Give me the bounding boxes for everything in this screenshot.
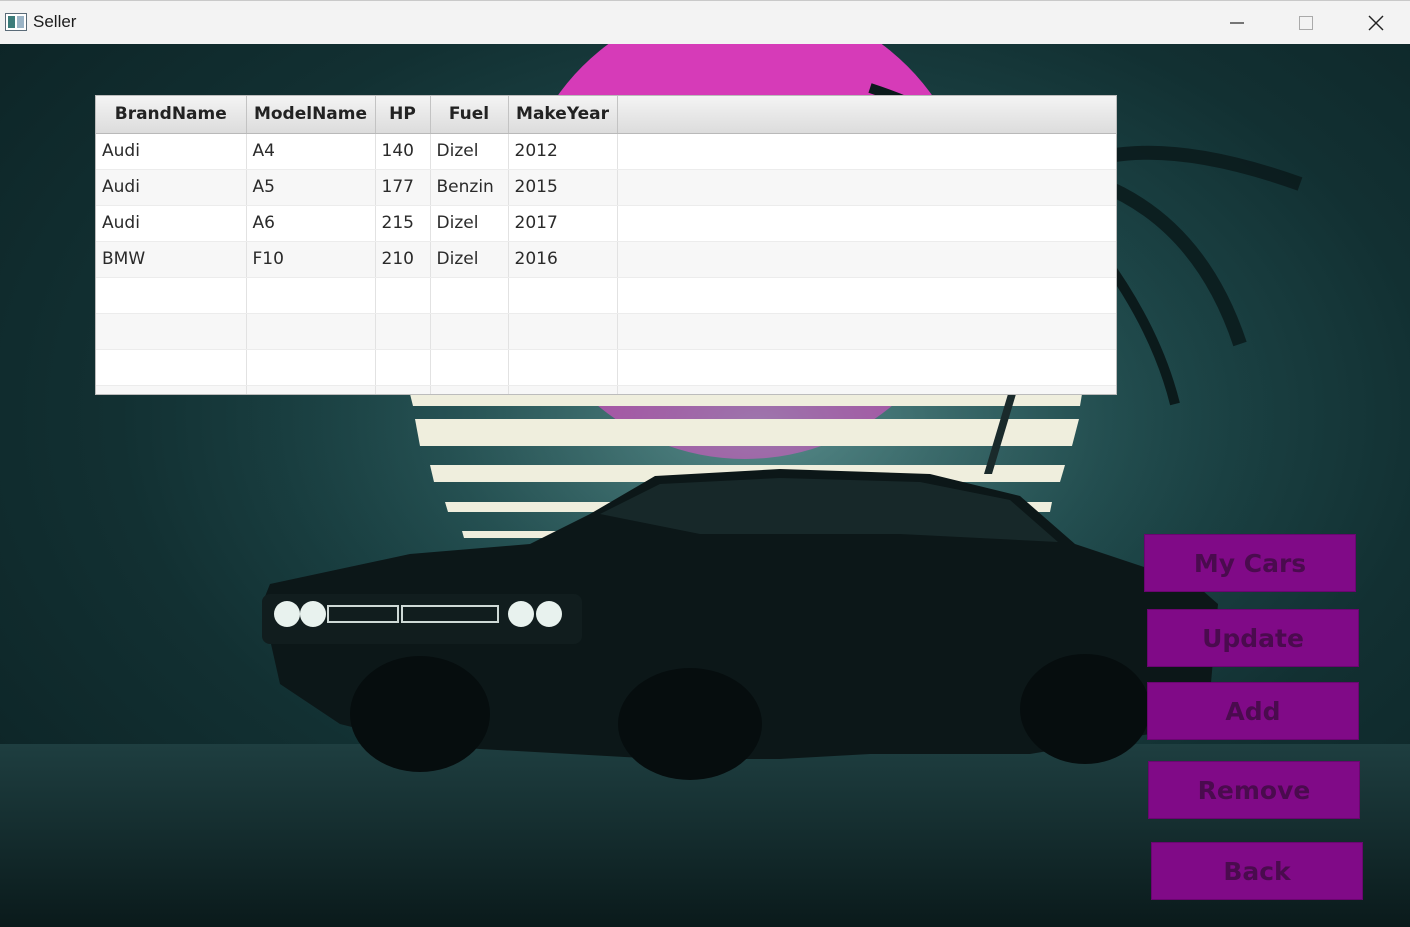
back-button[interactable]: Back — [1151, 842, 1363, 900]
cell-brandname: Audi — [96, 205, 247, 242]
table-row[interactable]: Audi A5 177 Benzin 2015 — [96, 169, 1116, 206]
column-header-brandname[interactable]: BrandName — [96, 96, 247, 134]
cell-fuel: Benzin — [430, 169, 509, 206]
close-button[interactable] — [1342, 1, 1410, 45]
cell-modelname: A4 — [246, 133, 376, 170]
table-row-empty — [96, 349, 1116, 386]
cell-makeyear: 2016 — [508, 241, 618, 278]
cell-modelname: A6 — [246, 205, 376, 242]
cell-fuel: Dizel — [430, 205, 509, 242]
column-header-makeyear[interactable]: MakeYear — [508, 96, 618, 134]
column-header-modelname[interactable]: ModelName — [246, 96, 376, 134]
window-title: Seller — [33, 12, 77, 31]
maximize-icon — [1299, 16, 1313, 30]
cell-modelname: F10 — [246, 241, 376, 278]
cell-fuel: Dizel — [430, 133, 509, 170]
window-titlebar: Seller — [0, 0, 1410, 44]
cell-modelname: A5 — [246, 169, 376, 206]
maximize-button[interactable] — [1272, 1, 1340, 45]
table-row[interactable]: Audi A6 215 Dizel 2017 — [96, 205, 1116, 242]
table-row[interactable]: BMW F10 210 Dizel 2016 — [96, 241, 1116, 278]
cell-makeyear: 2015 — [508, 169, 618, 206]
cell-brandname: Audi — [96, 133, 247, 170]
table-row[interactable]: Audi A4 140 Dizel 2012 — [96, 133, 1116, 170]
close-icon — [1368, 15, 1384, 31]
minimize-button[interactable] — [1203, 1, 1271, 45]
column-header-fuel[interactable]: Fuel — [430, 96, 509, 134]
update-button[interactable]: Update — [1147, 609, 1359, 667]
cell-hp: 177 — [375, 169, 431, 206]
table-row-empty — [96, 313, 1116, 350]
table-row-empty — [96, 277, 1116, 314]
cell-hp: 215 — [375, 205, 431, 242]
cell-hp: 210 — [375, 241, 431, 278]
remove-button[interactable]: Remove — [1148, 761, 1360, 819]
cell-makeyear: 2012 — [508, 133, 618, 170]
my-cars-button[interactable]: My Cars — [1144, 534, 1356, 592]
cell-brandname: Audi — [96, 169, 247, 206]
cell-fuel: Dizel — [430, 241, 509, 278]
table-header-row: BrandName ModelName HP Fuel MakeYear — [96, 96, 1116, 134]
table-row-empty — [96, 385, 1116, 394]
column-header-hp[interactable]: HP — [375, 96, 431, 134]
cell-brandname: BMW — [96, 241, 247, 278]
column-header-filler — [617, 96, 1116, 134]
cell-hp: 140 — [375, 133, 431, 170]
app-icon — [5, 13, 27, 31]
add-button[interactable]: Add — [1147, 682, 1359, 740]
cars-table[interactable]: BrandName ModelName HP Fuel MakeYear Aud… — [95, 95, 1117, 395]
cell-makeyear: 2017 — [508, 205, 618, 242]
minimize-icon — [1230, 22, 1244, 24]
